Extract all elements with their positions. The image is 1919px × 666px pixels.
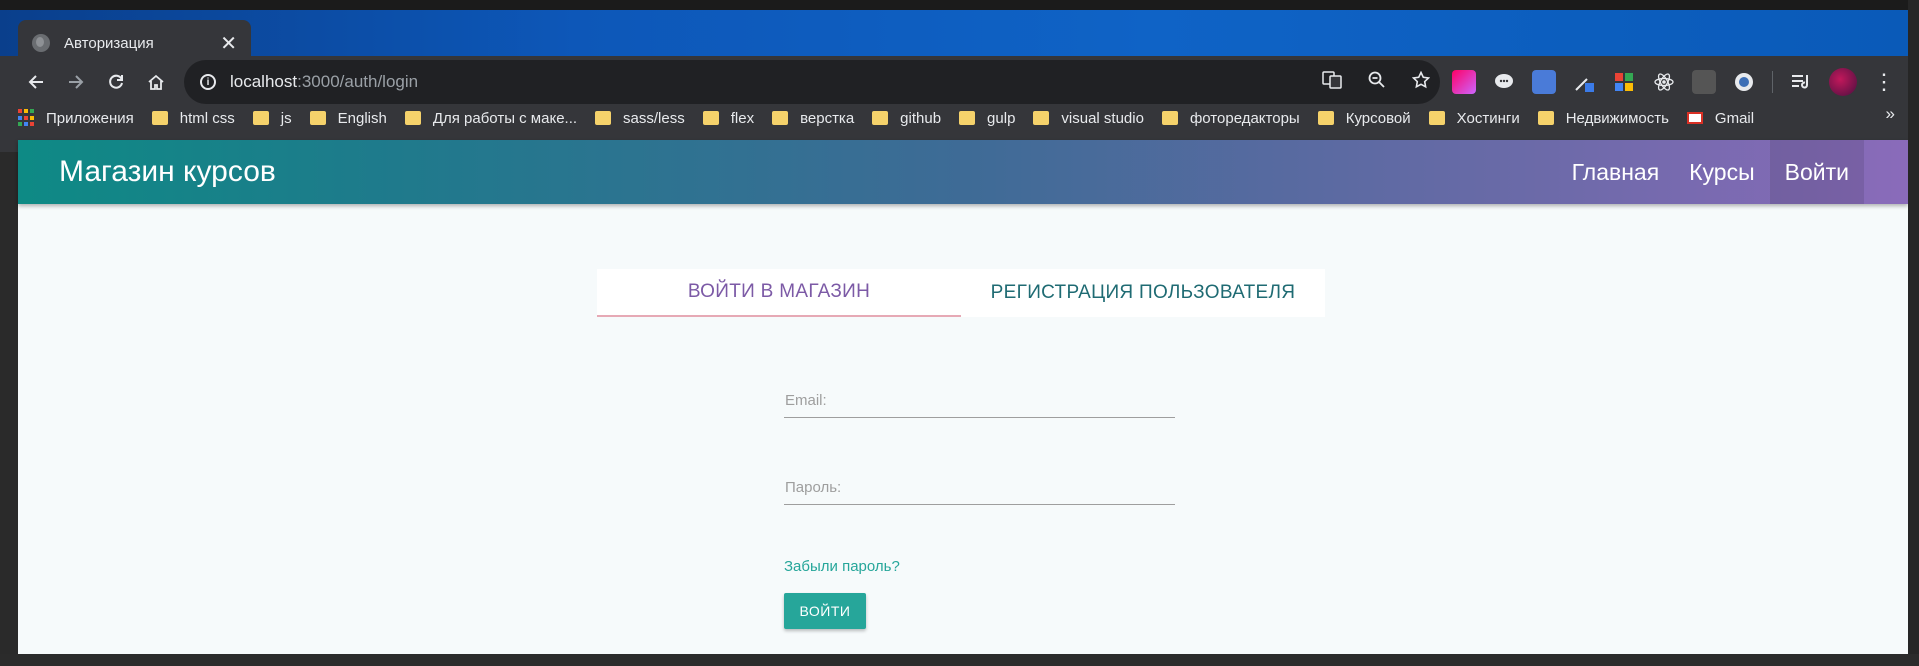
bookmark-label: фоторедакторы xyxy=(1189,109,1300,127)
bookmark-gmail[interactable]: Gmail xyxy=(1686,109,1755,127)
auth-tabs: ВОЙТИ В МАГАЗИН РЕГИСТРАЦИЯ ПОЛЬЗОВАТЕЛЯ xyxy=(597,269,1325,317)
zoom-icon[interactable] xyxy=(1368,71,1386,94)
folder-icon xyxy=(252,111,269,125)
toolbar-separator xyxy=(1772,71,1773,93)
home-icon[interactable] xyxy=(140,66,172,98)
bookmark-label: Для работы с маке... xyxy=(432,109,578,127)
site-info-icon[interactable]: i xyxy=(200,74,216,90)
bookmark-label: Недвижимость xyxy=(1565,109,1669,127)
url-host: localhost xyxy=(230,72,298,91)
bookmark-folder[interactable]: sass/less xyxy=(595,110,685,127)
password-label: Пароль: xyxy=(785,479,842,496)
browser-window: Авторизация ✕ i localhost:3000/auth/logi… xyxy=(0,0,1919,666)
folder-icon xyxy=(702,111,719,125)
translate-extension-icon[interactable] xyxy=(1532,70,1556,94)
forgot-password-link[interactable]: Забыли пароль? xyxy=(784,558,900,575)
address-bar[interactable]: i localhost:3000/auth/login xyxy=(184,60,1440,104)
bookmark-folder[interactable]: js xyxy=(252,109,292,127)
extensions-area: ⋮ xyxy=(1452,66,1895,98)
tab-title: Авторизация xyxy=(64,34,154,52)
folder-icon xyxy=(151,111,168,125)
bookmark-label: html css xyxy=(179,109,235,127)
translate-icon[interactable] xyxy=(1322,70,1342,94)
bookmark-folder[interactable]: English xyxy=(309,109,387,127)
nav-courses-link[interactable]: Курсы xyxy=(1674,140,1769,204)
forward-icon[interactable] xyxy=(60,66,92,98)
nav-home-link[interactable]: Главная xyxy=(1557,140,1675,204)
password-field[interactable]: Пароль: xyxy=(784,475,1175,505)
bookmark-label: gulp xyxy=(987,109,1016,127)
bookmark-apps[interactable]: Приложения xyxy=(18,109,134,127)
folder-icon xyxy=(959,111,976,125)
bookmark-label: Курсовой xyxy=(1345,109,1411,127)
bookmark-folder[interactable]: github xyxy=(872,110,941,127)
bookmark-label: visual studio xyxy=(1061,109,1144,127)
circle-extension-icon[interactable] xyxy=(1732,70,1756,94)
tab-register[interactable]: РЕГИСТРАЦИЯ ПОЛЬЗОВАТЕЛЯ xyxy=(961,269,1325,317)
bookmark-label: верстка xyxy=(800,109,855,127)
bookmark-label: Gmail xyxy=(1714,109,1755,127)
folder-icon xyxy=(872,111,889,125)
url-path: :3000/auth/login xyxy=(297,72,419,91)
window-edge-right xyxy=(1908,0,1919,666)
bookmark-folder[interactable]: html css xyxy=(151,109,235,127)
folder-icon xyxy=(404,111,421,125)
eyedropper-extension-icon[interactable] xyxy=(1572,70,1596,94)
bookmark-folder[interactable]: Курсовой xyxy=(1317,109,1411,127)
grid-extension-icon[interactable] xyxy=(1612,70,1636,94)
bookmark-label: Приложения xyxy=(46,109,134,127)
bookmark-label: github xyxy=(900,109,942,127)
bookmarks-bar: Приложения html css js English Для работ… xyxy=(18,104,1772,132)
folder-icon xyxy=(309,111,326,125)
profile-avatar[interactable] xyxy=(1829,68,1857,96)
bookmark-star-icon[interactable] xyxy=(1411,70,1431,94)
omnibox-actions xyxy=(1322,60,1431,104)
folder-icon xyxy=(1428,111,1445,125)
bookmark-folder[interactable]: flex xyxy=(702,109,755,127)
bookmark-folder[interactable]: Для работы с маке... xyxy=(404,109,578,127)
email-field[interactable]: Email: xyxy=(784,388,1175,418)
folder-icon xyxy=(1537,111,1554,125)
nav-login-link[interactable]: Войти xyxy=(1769,140,1864,204)
bookmark-folder[interactable]: visual studio xyxy=(1033,110,1144,127)
folder-icon xyxy=(772,111,789,125)
bookmark-label: English xyxy=(337,109,387,127)
globe-icon xyxy=(32,34,50,52)
folder-icon xyxy=(1317,111,1334,125)
generic-extension-icon[interactable] xyxy=(1692,70,1716,94)
tab-login[interactable]: ВОЙТИ В МАГАЗИН xyxy=(597,269,961,317)
bookmark-label: sass/less xyxy=(623,109,685,127)
gmail-icon xyxy=(1686,112,1703,124)
reload-icon[interactable] xyxy=(100,66,132,98)
folder-icon xyxy=(595,111,612,125)
bookmark-folder[interactable]: Недвижимость xyxy=(1537,109,1669,127)
email-label: Email: xyxy=(785,392,827,409)
folder-icon xyxy=(1033,111,1050,125)
bookmark-label: Хостинги xyxy=(1456,109,1520,127)
folder-icon xyxy=(1161,111,1178,125)
more-bookmarks-icon[interactable]: » xyxy=(1886,104,1895,124)
react-devtools-icon[interactable] xyxy=(1652,70,1676,94)
browser-menu-icon[interactable]: ⋮ xyxy=(1873,69,1895,95)
page-content: Магазин курсов Главная Курсы Войти ВОЙТИ… xyxy=(18,140,1908,654)
reading-list-icon[interactable] xyxy=(1789,70,1813,94)
login-submit-button[interactable]: ВОЙТИ xyxy=(784,593,866,629)
chat-extension-icon[interactable] xyxy=(1492,70,1516,94)
site-nav-links: Главная Курсы Войти xyxy=(1557,140,1864,204)
close-tab-icon[interactable]: ✕ xyxy=(220,31,237,56)
bookmark-folder[interactable]: верстка xyxy=(772,110,854,127)
site-logo[interactable]: Магазин курсов xyxy=(59,140,276,204)
tab-strip: Авторизация ✕ xyxy=(0,0,1919,66)
bookmark-label: js xyxy=(280,109,292,127)
back-icon[interactable] xyxy=(20,66,52,98)
bookmark-folder[interactable]: gulp xyxy=(959,110,1015,127)
bookmark-label: flex xyxy=(730,109,755,127)
bookmark-folder[interactable]: Хостинги xyxy=(1428,109,1520,127)
apps-grid-icon xyxy=(18,109,36,127)
bookmark-folder[interactable]: фоторедакторы xyxy=(1161,109,1300,127)
color-picker-extension-icon[interactable] xyxy=(1452,70,1476,94)
site-navbar: Магазин курсов Главная Курсы Войти xyxy=(18,140,1908,204)
window-edge-bottom xyxy=(0,654,1919,666)
